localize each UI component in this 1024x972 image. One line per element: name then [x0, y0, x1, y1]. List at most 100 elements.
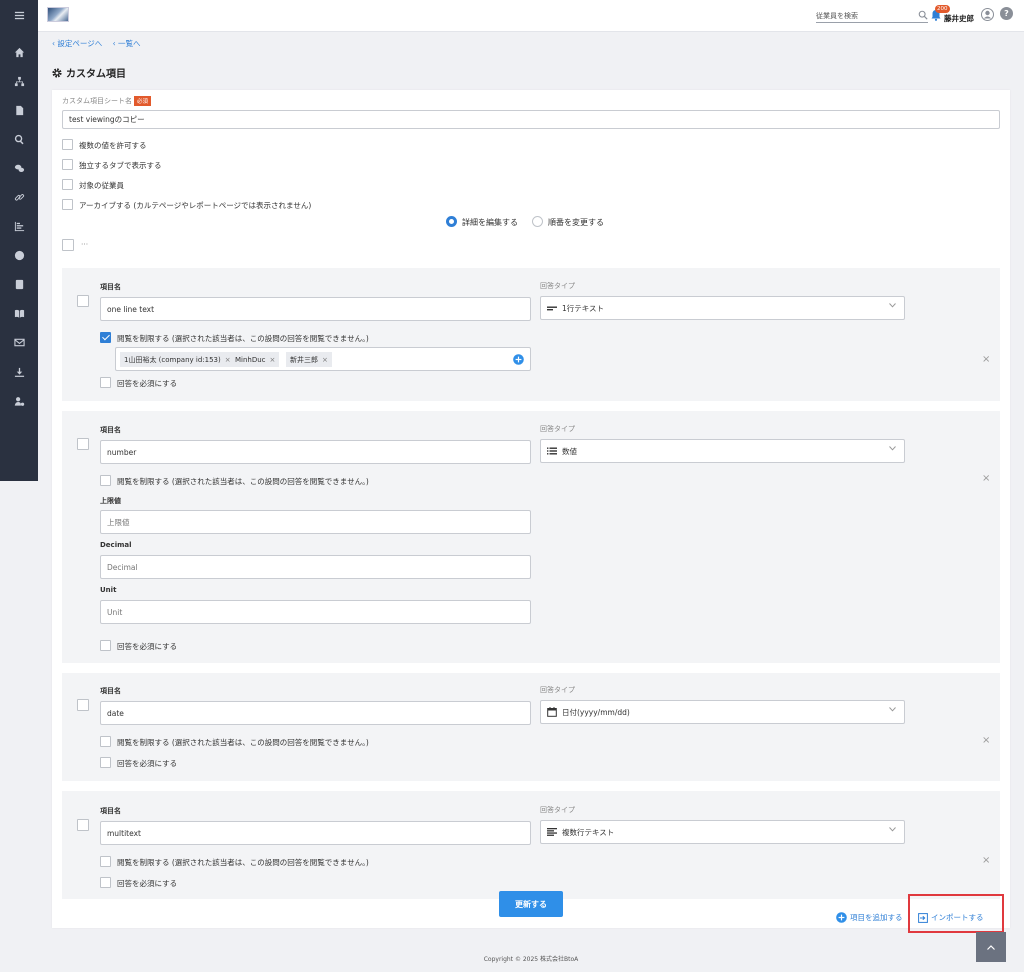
org-chart-icon[interactable] [0, 72, 38, 90]
archive-label: アーカイブする (カルテページやレポートページでは表示されません) [79, 201, 312, 210]
sidebar [0, 0, 38, 481]
chevron-down-icon [889, 707, 896, 712]
copyright-text: Copyright © 2025 株式会社BtoA [483, 956, 579, 963]
tag-remove-icon[interactable]: × [270, 356, 276, 364]
separate-tab-checkbox[interactable] [62, 159, 73, 170]
restricted-users-field[interactable]: 1山田裕太 (company id:153) × MinhDuc × 新井三郎 × [115, 347, 531, 371]
add-user-icon[interactable] [513, 354, 524, 365]
delete-item-icon[interactable]: × [982, 855, 990, 866]
delete-item-icon[interactable]: × [982, 354, 990, 365]
user-tag: 1山田裕太 (company id:153) × [120, 352, 235, 367]
bar-chart-icon[interactable] [0, 217, 38, 235]
scroll-to-top-button[interactable] [976, 932, 1006, 962]
contact-card-icon[interactable] [0, 275, 38, 293]
chevron-up-icon [987, 944, 995, 950]
item-name-label: 項目名 [100, 807, 121, 815]
page-title: カスタム項目 [52, 65, 126, 80]
user-tag: 新井三郎 × [286, 352, 332, 367]
bulk-actions-ellipsis[interactable]: ··· [81, 240, 88, 249]
required-answer-label: 回答を必須にする [117, 879, 178, 888]
search-icon[interactable] [918, 10, 928, 20]
target-employee-checkbox[interactable] [62, 179, 73, 190]
breadcrumb: ‹ 設定ページへ ‹ 一覧へ [52, 38, 149, 49]
update-button[interactable]: 更新する [499, 891, 563, 917]
document-icon[interactable] [0, 101, 38, 119]
calendar-icon [547, 707, 557, 717]
select-all-checkbox[interactable] [62, 239, 74, 251]
mail-icon[interactable] [0, 333, 38, 351]
item-name-input[interactable] [100, 440, 531, 464]
sheet-name-input[interactable] [62, 110, 1000, 129]
answer-type-select[interactable]: 日付(yyyy/mm/dd) [540, 700, 905, 724]
restrict-view-label: 閲覧を制限する (選択された該当者は、この設問の回答を閲覧できません。) [117, 334, 369, 343]
page-title-text: カスタム項目 [66, 69, 126, 80]
one-line-text-icon [547, 306, 557, 311]
breadcrumb-list-link[interactable]: ‹ 一覧へ [113, 39, 145, 48]
answer-type-select[interactable]: 数値 [540, 439, 905, 463]
item-select-checkbox[interactable] [77, 438, 89, 450]
globe-icon[interactable] [0, 246, 38, 264]
tag-remove-icon[interactable]: × [322, 356, 328, 364]
item-name-label: 項目名 [100, 283, 121, 291]
import-icon [918, 912, 928, 923]
answer-type-label: 回答タイプ [540, 282, 575, 290]
required-answer-checkbox[interactable] [100, 877, 111, 888]
search-icon[interactable] [0, 130, 38, 148]
archive-checkbox[interactable] [62, 199, 73, 210]
user-settings-icon[interactable] [0, 392, 38, 410]
download-icon[interactable] [0, 363, 38, 381]
change-order-radio[interactable] [532, 216, 543, 227]
chevron-down-icon [889, 827, 896, 832]
item-select-checkbox[interactable] [77, 699, 89, 711]
item-name-input[interactable] [100, 821, 531, 845]
required-answer-checkbox[interactable] [100, 640, 111, 651]
custom-item-block: 項目名 回答タイプ 複数行テキスト 閲覧を制限する (選択された該当者は、この設… [62, 791, 1000, 899]
unit-input[interactable] [100, 600, 531, 624]
delete-item-icon[interactable]: × [982, 473, 990, 484]
required-answer-checkbox[interactable] [100, 757, 111, 768]
custom-item-block: 項目名 回答タイプ 数値 閲覧を制限する (選択された該当者は、この設問の回答を… [62, 411, 1000, 663]
chat-icon[interactable] [0, 159, 38, 177]
allow-multiple-checkbox[interactable] [62, 139, 73, 150]
upper-limit-input[interactable] [100, 510, 531, 534]
number-list-icon [547, 447, 557, 455]
home-icon[interactable] [0, 43, 38, 61]
user-tag-label: 1山田裕太 (company id:153) [124, 355, 221, 364]
avatar[interactable] [981, 8, 994, 21]
restrict-view-label: 閲覧を制限する (選択された該当者は、この設問の回答を閲覧できません。) [117, 477, 369, 486]
plus-circle-icon [836, 912, 847, 923]
notification-badge: 200 [935, 5, 950, 13]
delete-item-icon[interactable]: × [982, 735, 990, 746]
company-logo[interactable] [47, 7, 69, 22]
hamburger-menu-icon[interactable] [0, 6, 38, 24]
help-icon[interactable]: ? [1000, 7, 1013, 20]
item-select-checkbox[interactable] [77, 819, 89, 831]
restrict-view-checkbox[interactable] [100, 856, 111, 867]
add-item-button[interactable]: 項目を追加する [836, 912, 903, 923]
link-icon[interactable] [0, 188, 38, 206]
required-answer-label: 回答を必須にする [117, 379, 178, 388]
search-input[interactable] [816, 9, 912, 22]
decimal-input[interactable] [100, 555, 531, 579]
tag-remove-icon[interactable]: × [225, 356, 231, 364]
answer-type-select[interactable]: 1行テキスト [540, 296, 905, 320]
sheet-name-label-text: カスタム項目シート名 [62, 97, 132, 105]
user-name[interactable]: 藤井史郎 [944, 13, 974, 24]
required-badge: 必須 [134, 96, 152, 106]
breadcrumb-settings-link[interactable]: ‹ 設定ページへ [52, 39, 106, 48]
answer-type-value: 数値 [562, 446, 577, 456]
restrict-view-checkbox[interactable] [100, 475, 111, 486]
restrict-view-checkbox[interactable] [100, 736, 111, 747]
item-name-label: 項目名 [100, 426, 121, 434]
breadcrumb-settings-label: 設定ページへ [57, 39, 103, 48]
top-header: 200 藤井史郎 ? [38, 0, 1024, 32]
book-icon[interactable] [0, 304, 38, 322]
import-button[interactable]: インポートする [918, 912, 984, 923]
item-name-input[interactable] [100, 701, 531, 725]
required-answer-checkbox[interactable] [100, 377, 111, 388]
item-name-input[interactable] [100, 297, 531, 321]
edit-details-radio[interactable] [446, 216, 457, 227]
restrict-view-checkbox[interactable] [100, 332, 111, 343]
answer-type-select[interactable]: 複数行テキスト [540, 820, 905, 844]
item-select-checkbox[interactable] [77, 295, 89, 307]
